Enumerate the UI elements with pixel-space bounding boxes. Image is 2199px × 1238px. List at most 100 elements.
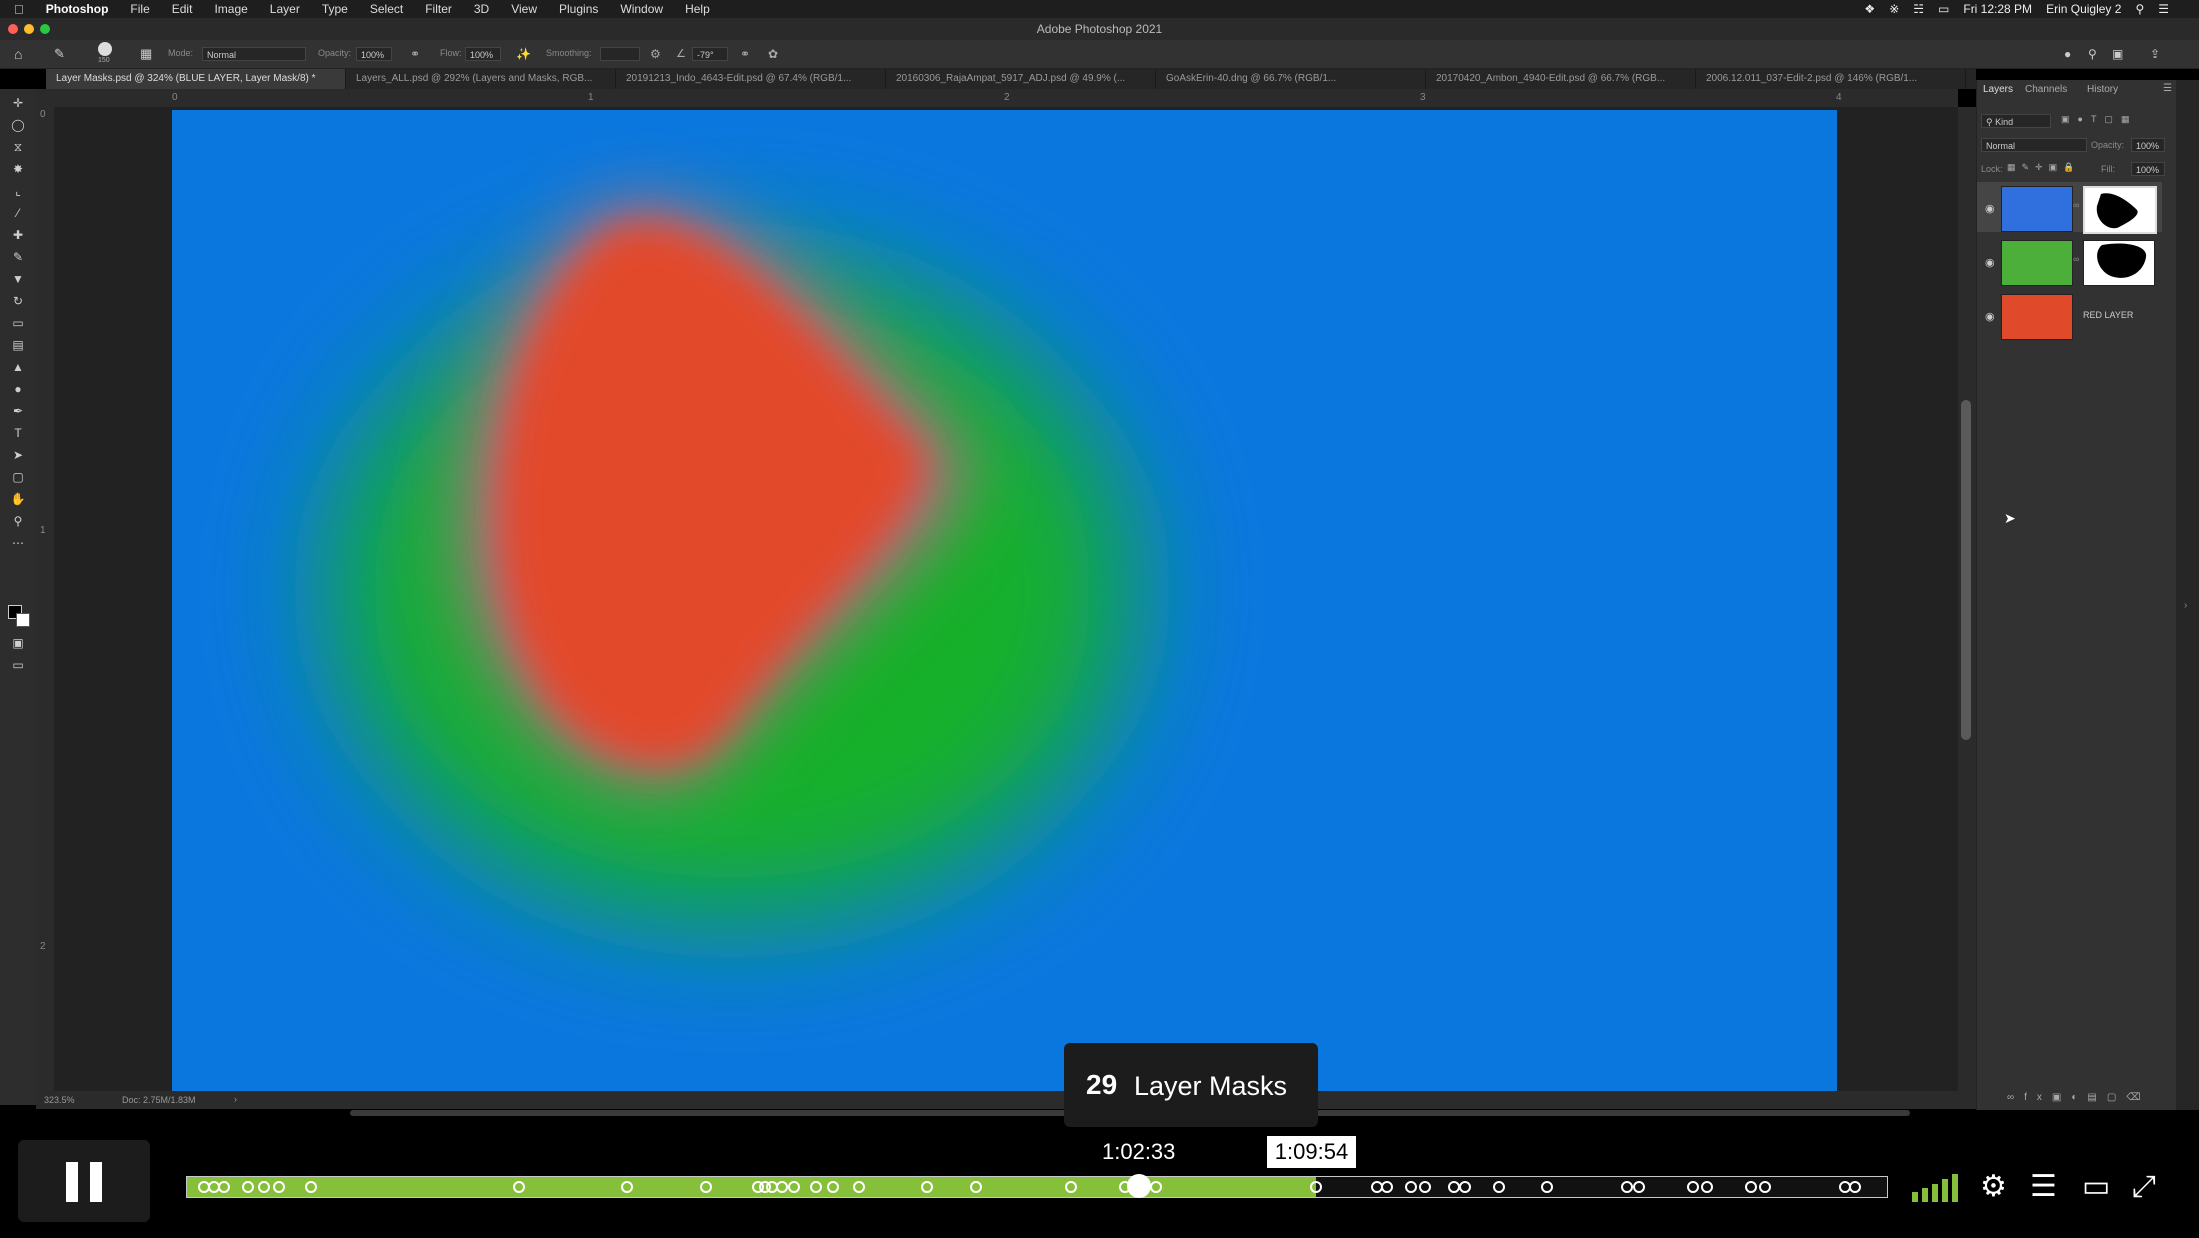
chapter-marker[interactable]: [1418, 1181, 1431, 1193]
menu-help[interactable]: Help: [685, 2, 710, 16]
workspace-icon[interactable]: ▣: [2112, 47, 2123, 61]
layer-mask-thumbnail[interactable]: [2083, 240, 2155, 286]
chapter-marker[interactable]: [776, 1181, 788, 1193]
type-tool-icon[interactable]: T: [10, 425, 26, 441]
tab-goaskerin[interactable]: GoAskErin-40.dng @ 66.7% (RGB/1...: [1156, 69, 1426, 89]
menu-window[interactable]: Window: [620, 2, 663, 16]
share-profile-icon[interactable]: ●: [2064, 47, 2071, 61]
notification-center-icon[interactable]: ☰: [2158, 2, 2169, 16]
chapter-marker[interactable]: [512, 1181, 525, 1193]
chapter-marker[interactable]: [969, 1181, 982, 1193]
chapter-marker[interactable]: [1620, 1181, 1633, 1193]
menu-type[interactable]: Type: [322, 2, 348, 16]
lasso-tool-icon[interactable]: ⧖: [10, 139, 26, 155]
expand-panels-icon[interactable]: ›: [2184, 600, 2187, 611]
chapter-marker[interactable]: [1459, 1181, 1472, 1193]
brush-tool-preset-icon[interactable]: ✎: [54, 46, 65, 62]
menu-filter[interactable]: Filter: [425, 2, 452, 16]
document-canvas[interactable]: [172, 110, 1837, 1091]
chapter-marker[interactable]: [810, 1181, 822, 1193]
tab-layers[interactable]: Layers: [1983, 84, 2013, 95]
fx-icon[interactable]: fx: [2024, 1092, 2052, 1103]
path-select-tool-icon[interactable]: ➤: [10, 447, 26, 463]
zoom-tool-icon[interactable]: ⚲: [10, 513, 26, 529]
menu-layer[interactable]: Layer: [270, 2, 300, 16]
panel-opacity-input[interactable]: 100%: [2131, 138, 2165, 152]
tab-rajaampat[interactable]: 20160306_RajaAmpat_5917_ADJ.psd @ 49.9% …: [886, 69, 1156, 89]
chapter-marker[interactable]: [1493, 1181, 1506, 1193]
link-layers-icon[interactable]: ∞: [2007, 1092, 2024, 1103]
layer-row-blue[interactable]: ◉ ∞: [1977, 182, 2162, 234]
background-color-swatch[interactable]: [16, 613, 30, 627]
menu-edit[interactable]: Edit: [172, 2, 193, 16]
chapter-marker[interactable]: [305, 1181, 318, 1193]
pressure-size-icon[interactable]: ⚭: [740, 47, 750, 61]
blend-mode-select[interactable]: Normal: [1981, 138, 2087, 152]
signal-bars-icon[interactable]: [1910, 1174, 1958, 1202]
menubar-user[interactable]: Erin Quigley 2: [2046, 2, 2121, 16]
fullscreen-icon[interactable]: ⤢: [2132, 1170, 2156, 1204]
layer-filter-icons[interactable]: ▣●T▢▦: [2061, 114, 2137, 125]
spotlight-icon[interactable]: ⚲: [2135, 2, 2144, 16]
quick-mask-icon[interactable]: ▣: [10, 635, 26, 651]
history-brush-tool-icon[interactable]: ↻: [10, 293, 26, 309]
eyedropper-tool-icon[interactable]: ⁄: [10, 205, 26, 221]
chapter-marker[interactable]: [1848, 1181, 1861, 1193]
status-menu-icon[interactable]: ›: [234, 1094, 237, 1104]
menu-image[interactable]: Image: [214, 2, 247, 16]
add-mask-icon[interactable]: ▣: [2052, 1092, 2071, 1103]
layer-thumbnail[interactable]: [2001, 240, 2073, 286]
chapter-marker[interactable]: [1700, 1181, 1713, 1193]
chapter-marker[interactable]: [699, 1181, 712, 1193]
layer-row-red[interactable]: ◉ RED LAYER: [1977, 290, 2162, 340]
new-group-icon[interactable]: ▤: [2087, 1092, 2106, 1103]
gear-icon[interactable]: ⚙: [1980, 1170, 2007, 1204]
apple-icon[interactable]: : [14, 2, 24, 17]
chapter-marker[interactable]: [1309, 1181, 1322, 1193]
opacity-input[interactable]: 100%: [356, 47, 392, 61]
chapter-marker[interactable]: [1150, 1181, 1162, 1193]
tab-ambon[interactable]: 20170420_Ambon_4940-Edit.psd @ 66.7% (RG…: [1426, 69, 1696, 89]
wifi-icon[interactable]: ☵: [1913, 2, 1924, 16]
tab-history[interactable]: History: [2087, 84, 2118, 95]
menu-plugins[interactable]: Plugins: [559, 2, 598, 16]
pressure-opacity-icon[interactable]: ⚭: [410, 47, 420, 61]
new-layer-icon[interactable]: ▢: [2107, 1092, 2126, 1103]
list-icon[interactable]: ☰: [2030, 1170, 2057, 1204]
dropbox-icon[interactable]: ❖: [1864, 2, 1875, 16]
shape-tool-icon[interactable]: ▢: [10, 469, 26, 485]
minimize-window-icon[interactable]: [24, 24, 34, 34]
angle-input[interactable]: -79°: [692, 47, 728, 61]
layer-name[interactable]: RED LAYER: [2083, 310, 2133, 320]
move-tool-icon[interactable]: ✛: [10, 95, 26, 111]
zoom-level[interactable]: 323.5%: [44, 1095, 75, 1105]
chapter-marker[interactable]: [1541, 1181, 1553, 1193]
menu-3d[interactable]: 3D: [474, 2, 489, 16]
symmetry-icon[interactable]: ✿: [768, 47, 778, 61]
visibility-eye-icon[interactable]: ◉: [1985, 202, 1995, 215]
seek-bar[interactable]: [186, 1174, 1888, 1198]
marquee-tool-icon[interactable]: ◯: [10, 117, 26, 133]
chapter-marker[interactable]: [257, 1181, 270, 1193]
menubar-clock[interactable]: Fri 12:28 PM: [1963, 2, 2032, 16]
mode-select[interactable]: Normal: [202, 47, 306, 61]
layer-mask-thumbnail[interactable]: [2083, 186, 2157, 234]
lock-icons[interactable]: ▦✎✛▣🔒: [2007, 162, 2080, 173]
crop-tool-icon[interactable]: ⌞: [10, 183, 26, 199]
chapter-marker[interactable]: [1405, 1181, 1417, 1193]
chapter-marker[interactable]: [1632, 1181, 1645, 1193]
close-window-icon[interactable]: [8, 24, 18, 34]
dodge-tool-icon[interactable]: ●: [10, 381, 26, 397]
pause-button[interactable]: [18, 1140, 150, 1222]
seek-handle[interactable]: [1127, 1174, 1151, 1198]
chapter-marker[interactable]: [1758, 1181, 1771, 1193]
menu-view[interactable]: View: [511, 2, 537, 16]
menu-file[interactable]: File: [130, 2, 149, 16]
adjustment-layer-icon[interactable]: ◐: [2071, 1092, 2087, 1103]
chapter-marker[interactable]: [1447, 1181, 1460, 1193]
filter-kind-select[interactable]: ⚲ Kind: [1981, 114, 2051, 128]
chapter-marker[interactable]: [787, 1181, 800, 1193]
pen-tool-icon[interactable]: ✒: [10, 403, 26, 419]
airbrush-icon[interactable]: ✨: [516, 47, 531, 61]
bluetooth-icon[interactable]: ※: [1889, 2, 1899, 16]
